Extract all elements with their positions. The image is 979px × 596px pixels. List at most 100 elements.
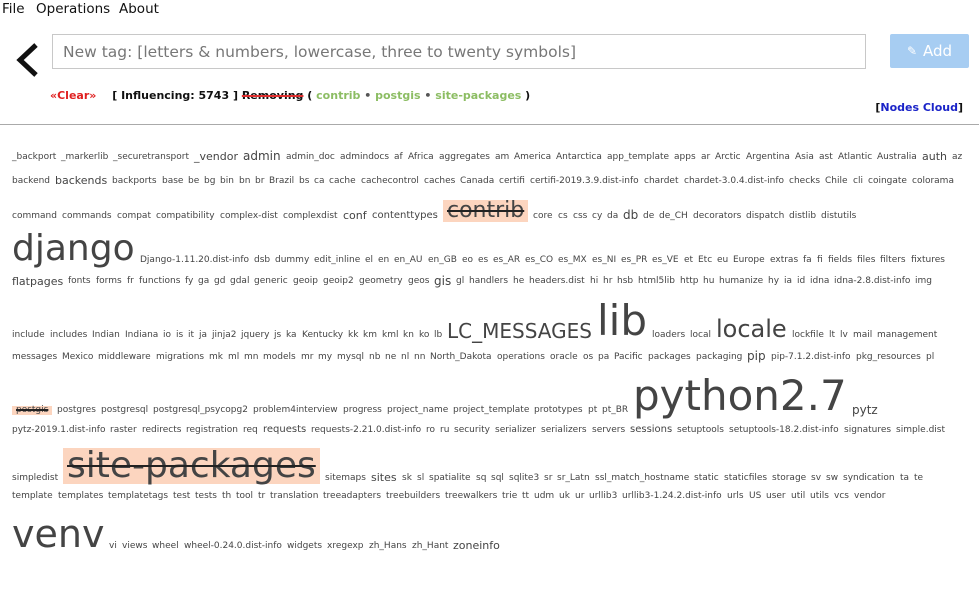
cloud-tag[interactable]: kn — [403, 331, 414, 340]
cloud-tag[interactable]: Etc — [698, 256, 712, 265]
cloud-tag[interactable]: km — [363, 331, 377, 340]
cloud-tag[interactable]: prototypes — [534, 406, 583, 415]
cloud-tag[interactable]: jinja2 — [212, 331, 236, 340]
cloud-tag[interactable]: sessions — [630, 424, 672, 435]
cloud-tag[interactable]: management — [877, 331, 937, 340]
cloud-tag[interactable]: chardet-3.0.4.dist-info — [684, 177, 784, 186]
cloud-tag[interactable]: sl — [417, 473, 424, 483]
cloud-tag[interactable]: ta — [900, 473, 909, 483]
cloud-tag[interactable]: treewalkers — [445, 492, 497, 501]
cloud-tag[interactable]: es — [478, 256, 488, 265]
cloud-tag[interactable]: Indian — [92, 331, 120, 340]
cloud-tag[interactable]: ssl_match_hostname — [595, 473, 689, 483]
cloud-tag[interactable]: pl — [926, 352, 934, 362]
cloud-tag[interactable]: views — [122, 542, 147, 551]
cloud-tag[interactable]: kml — [382, 331, 398, 340]
cloud-tag[interactable]: Argentina — [746, 152, 790, 162]
cloud-tag[interactable]: es_NI — [592, 256, 616, 265]
cloud-tag[interactable]: ia — [784, 277, 792, 286]
cloud-tag[interactable]: project_name — [387, 406, 448, 415]
cloud-tag[interactable]: tr — [258, 492, 265, 501]
cloud-tag[interactable]: en_AU — [394, 256, 423, 265]
cloud-tag[interactable]: packaging — [696, 352, 742, 362]
cloud-tag[interactable]: chardet — [644, 177, 679, 186]
cloud-tag[interactable]: vi — [109, 542, 117, 551]
cloud-tag[interactable]: serializer — [495, 425, 536, 435]
cloud-tag[interactable]: mr — [301, 352, 313, 362]
new-tag-input[interactable] — [52, 34, 866, 69]
cloud-tag[interactable]: util — [791, 492, 805, 501]
cloud-tag[interactable]: aggregates — [439, 152, 490, 162]
cloud-tag[interactable]: Antarctica — [556, 152, 602, 162]
cloud-tag[interactable]: bg — [204, 177, 215, 186]
cloud-tag[interactable]: bin — [220, 177, 234, 186]
cloud-tag[interactable]: el — [365, 256, 373, 265]
cloud-tag[interactable]: forms — [96, 277, 122, 286]
cloud-tag[interactable]: complexdist — [283, 212, 338, 221]
cloud-tag[interactable]: xregexp — [327, 542, 364, 551]
cloud-tag[interactable]: es_PR — [621, 256, 647, 265]
cloud-tag[interactable]: lockfile — [792, 331, 824, 340]
cloud-tag[interactable]: project_template — [453, 406, 529, 415]
cloud-tag[interactable]: hu — [703, 277, 714, 286]
cloud-tag[interactable]: static — [694, 473, 719, 483]
cloud-tag[interactable]: humanize — [719, 277, 763, 286]
cloud-tag[interactable]: Pacific — [614, 352, 643, 362]
cloud-tag[interactable]: US — [749, 492, 761, 501]
removing-tag-postgis[interactable]: postgis — [375, 89, 420, 102]
cloud-tag[interactable]: backend — [12, 177, 50, 186]
cloud-tag[interactable]: sr — [544, 473, 552, 483]
cloud-tag[interactable]: widgets — [287, 542, 322, 551]
cloud-tag[interactable]: zh_Hant — [412, 542, 448, 551]
cloud-tag[interactable]: be — [188, 177, 199, 186]
cloud-tag[interactable]: cachecontrol — [361, 177, 419, 186]
cloud-tag[interactable]: sites — [371, 472, 397, 483]
cloud-tag[interactable]: mail — [853, 331, 872, 340]
cloud-tag[interactable]: gis — [434, 275, 451, 287]
cloud-tag[interactable]: hr — [603, 277, 612, 286]
cloud-tag[interactable]: pt — [588, 406, 597, 415]
cloud-tag[interactable]: trie — [502, 492, 517, 501]
cloud-tag[interactable]: zoneinfo — [453, 540, 500, 551]
cloud-tag[interactable]: os — [583, 352, 593, 362]
cloud-tag[interactable]: requests — [263, 424, 306, 435]
cloud-tag[interactable]: apps — [674, 152, 696, 162]
cloud-tag[interactable]: da — [607, 212, 618, 221]
cloud-tag[interactable]: am — [495, 152, 509, 162]
cloud-tag[interactable]: fi — [817, 256, 823, 265]
cloud-tag[interactable]: es_VE — [652, 256, 679, 265]
cloud-tag[interactable]: gl — [456, 277, 464, 286]
cloud-tag[interactable]: mn — [244, 352, 258, 362]
cloud-tag[interactable]: wheel-0.24.0.dist-info — [184, 542, 282, 551]
cloud-tag[interactable]: bn — [239, 177, 250, 186]
cloud-tag[interactable]: includes — [50, 331, 87, 340]
cloud-tag[interactable]: signatures — [844, 425, 891, 435]
cloud-tag[interactable]: vcs — [834, 492, 849, 501]
cloud-tag[interactable]: ja — [199, 331, 207, 340]
cloud-tag[interactable]: North_Dakota — [430, 352, 492, 362]
cloud-tag[interactable]: sql — [491, 473, 504, 483]
cloud-tag[interactable]: dsb — [254, 256, 270, 265]
cloud-tag[interactable]: admin_doc — [286, 152, 335, 162]
cloud-tag[interactable]: postgresql — [101, 406, 148, 415]
menu-file[interactable]: File — [2, 1, 25, 17]
cloud-tag[interactable]: headers.dist — [529, 277, 585, 286]
cloud-tag[interactable]: gd — [214, 277, 225, 286]
cloud-tag[interactable]: backports — [112, 177, 157, 186]
cloud-tag[interactable]: he — [513, 277, 524, 286]
cloud-tag[interactable]: treebuilders — [386, 492, 440, 501]
cloud-tag[interactable]: app_template — [607, 152, 669, 162]
cloud-tag[interactable]: nn — [414, 352, 425, 362]
cloud-tag[interactable]: sk — [402, 473, 412, 483]
cloud-tag[interactable]: conf — [343, 210, 367, 221]
cloud-tag[interactable]: Django-1.11.20.dist-info — [140, 256, 249, 265]
cloud-tag[interactable]: ga — [198, 277, 209, 286]
cloud-tag[interactable]: my — [318, 352, 332, 362]
cloud-tag[interactable]: functions — [139, 277, 180, 286]
cloud-tag[interactable]: storage — [772, 473, 806, 483]
cloud-tag[interactable]: lt — [829, 331, 835, 340]
cloud-tag[interactable]: fy — [185, 277, 193, 286]
cloud-tag[interactable]: is — [176, 331, 183, 340]
cloud-tag[interactable]: compat — [117, 212, 151, 221]
cloud-tag[interactable]: tests — [195, 492, 217, 501]
